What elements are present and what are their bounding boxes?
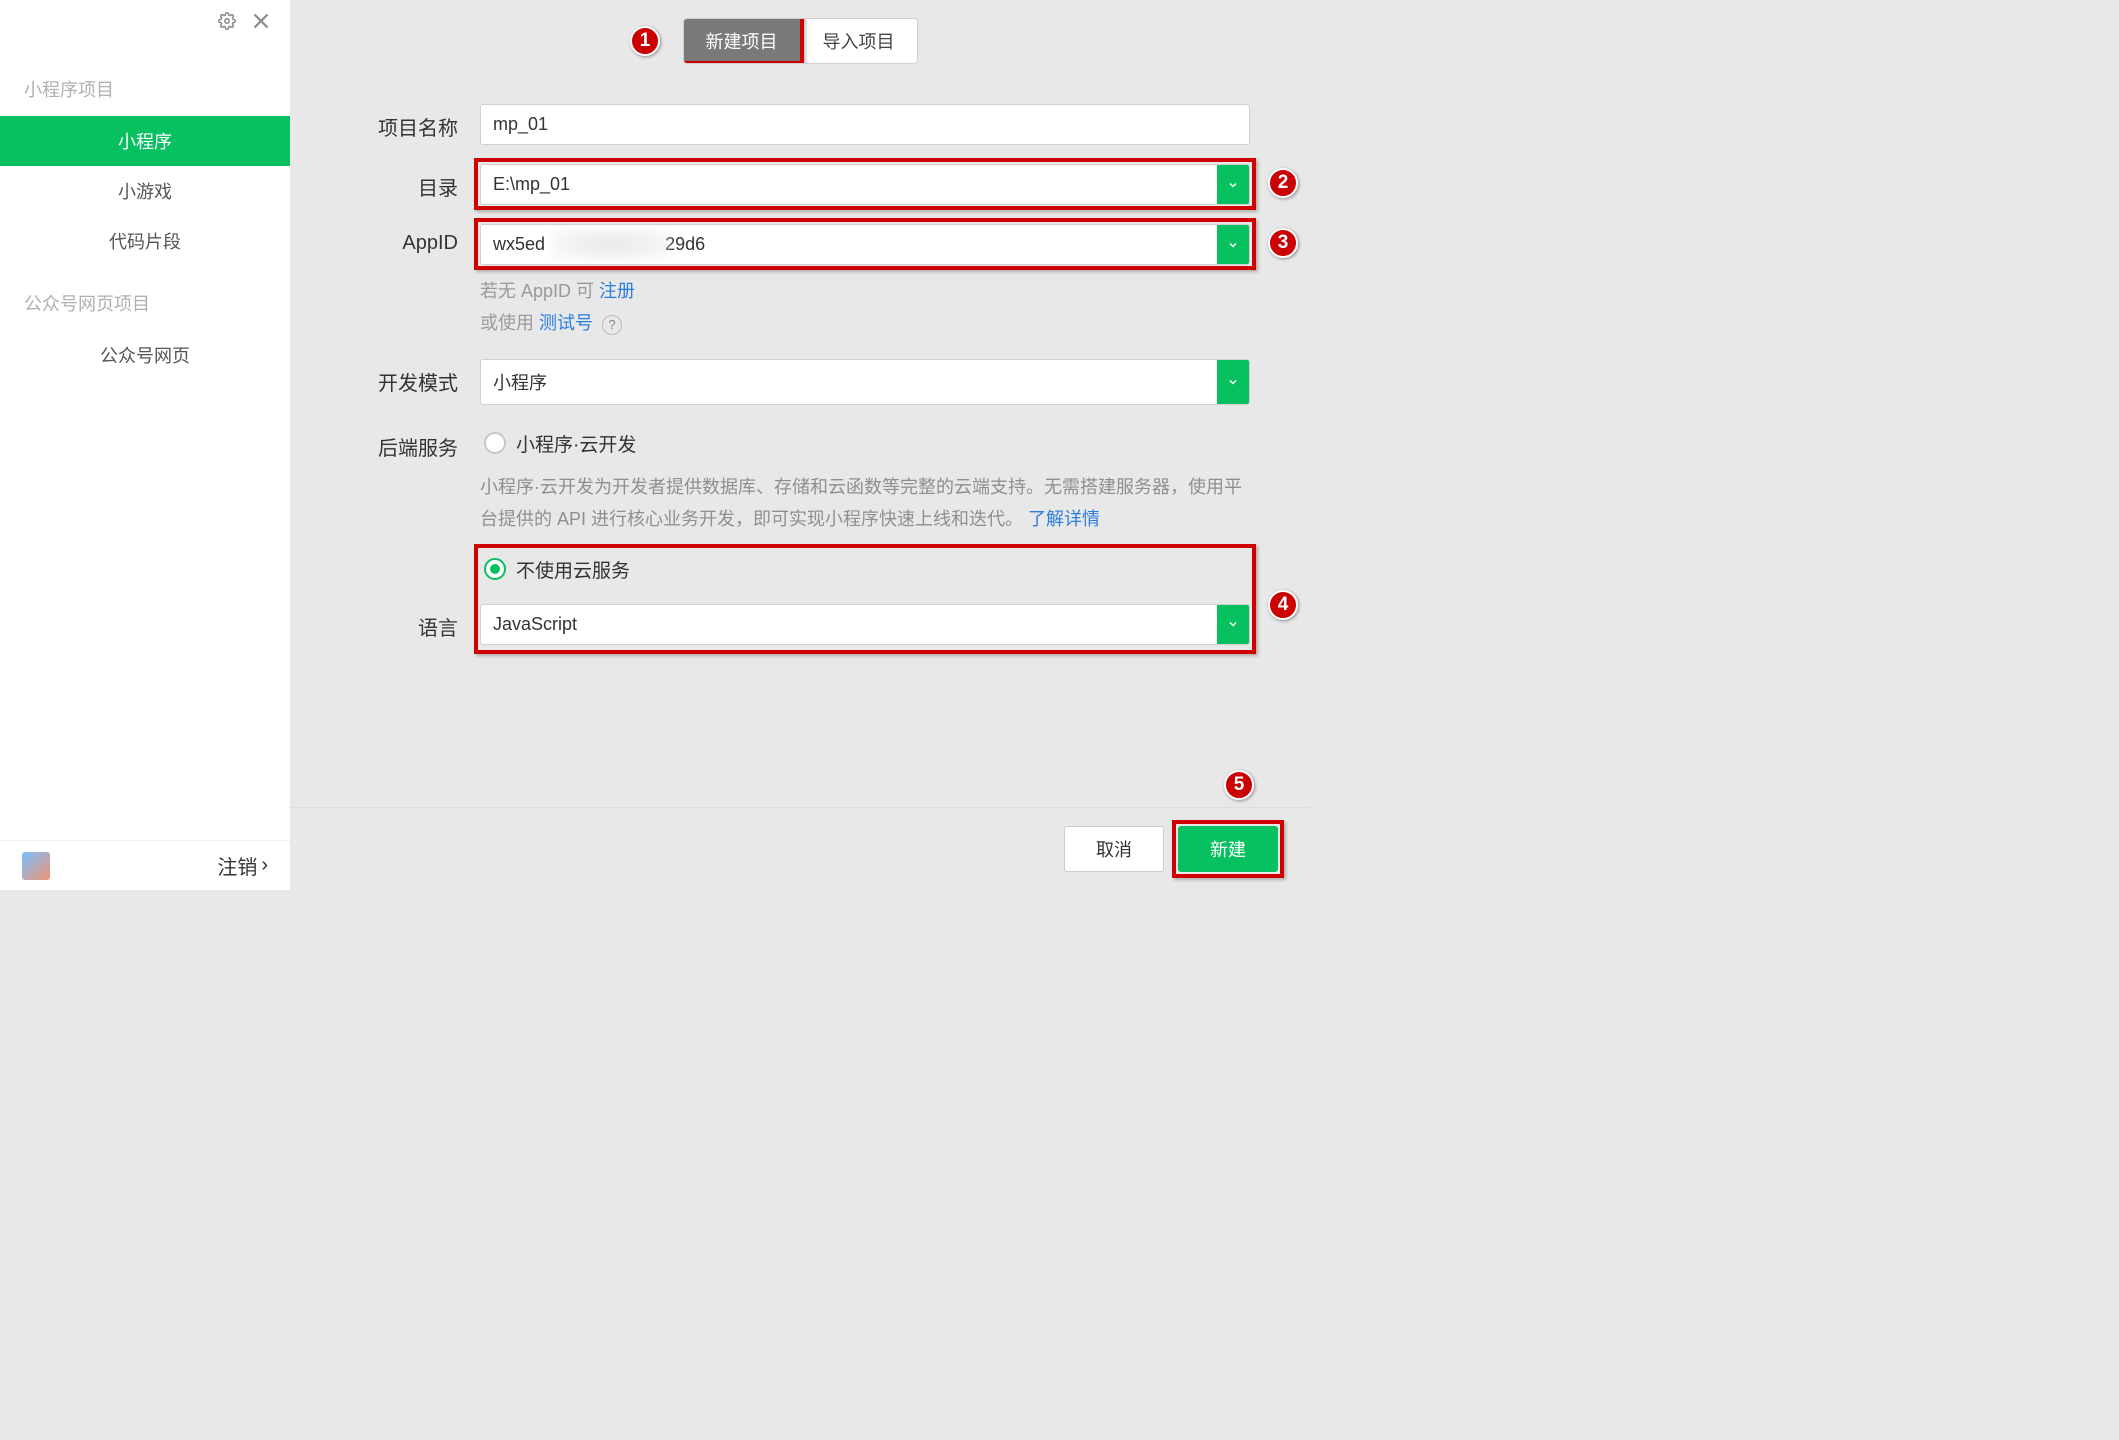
cloud-desc-text: 小程序·云开发为开发者提供数据库、存储和云函数等完整的云端支持。无需搭建服务器，… [480,477,1242,529]
row-backend: 后端服务 小程序·云开发 小程序·云开发为开发者提供数据库、存储和云函数等完整的… [330,424,1250,589]
directory-value: E:\mp_01 [481,165,1217,204]
tab-new-project[interactable]: 新建项目 [684,19,800,63]
avatar[interactable] [22,852,50,880]
sidebar-item-snippet[interactable]: 代码片段 [0,216,290,266]
learn-more-link[interactable]: 了解详情 [1028,509,1100,529]
appid-helper: 若无 AppID 可 注册 或使用 测试号 ? [480,275,1250,340]
dev-mode-value: 小程序 [481,360,1217,404]
label-appid: AppID [330,224,480,255]
sidebar-footer: 注销 › [0,840,290,890]
label-directory: 目录 [330,164,480,201]
chevron-down-icon [1217,605,1249,644]
radio-icon [484,432,506,454]
sidebar-sections: 小程序项目 小程序 小游戏 代码片段 公众号网页项目 公众号网页 [0,62,290,840]
radio-label: 不使用云服务 [516,556,630,583]
annotation-4: 4 [1268,590,1298,620]
tab-group: 新建项目 导入项目 [683,18,918,64]
footer-buttons: 取消 新建 5 [290,807,1310,890]
sidebar-heading-mpweb: 公众号网页项目 [0,276,290,330]
label-language: 语言 [330,604,480,641]
cancel-button[interactable]: 取消 [1064,826,1164,872]
main: 新建项目 导入项目 1 项目名称 目录 E:\mp_01 2 A [290,0,1310,890]
sidebar: 小程序项目 小程序 小游戏 代码片段 公众号网页项目 公众号网页 注销 › [0,0,290,890]
cloud-desc: 小程序·云开发为开发者提供数据库、存储和云函数等完整的云端支持。无需搭建服务器，… [480,471,1250,536]
sidebar-heading-miniprogram: 小程序项目 [0,62,290,116]
language-select[interactable]: JavaScript [480,604,1250,645]
appid-helper-b: 或使用 [480,313,539,333]
test-account-link[interactable]: 测试号 [539,313,593,333]
close-icon[interactable] [248,8,274,34]
radio-no-cloud[interactable]: 不使用云服务 [480,550,1250,589]
radio-cloud-dev[interactable]: 小程序·云开发 [480,424,1250,463]
form-area: 项目名称 目录 E:\mp_01 2 AppID wx5ed [290,64,1310,807]
label-backend: 后端服务 [330,424,480,461]
appid-select[interactable]: wx5ed 29d6 [480,224,1250,265]
chevron-down-icon [1217,360,1249,404]
sidebar-item-miniprogram[interactable]: 小程序 [0,116,290,166]
annotation-1: 1 [630,26,660,56]
radio-icon [484,558,506,580]
radio-label: 小程序·云开发 [516,430,636,457]
appid-suffix: 29d6 [665,234,705,254]
chevron-right-icon: › [261,854,268,877]
label-dev-mode: 开发模式 [330,359,480,396]
appid-prefix: wx5ed [493,234,545,254]
sidebar-item-label: 小程序 [118,128,172,154]
annotation-3: 3 [1268,228,1298,258]
create-button[interactable]: 新建 [1178,826,1278,872]
annotation-2: 2 [1268,168,1298,198]
appid-value: wx5ed 29d6 [481,225,1217,264]
logout-link[interactable]: 注销 › [217,851,268,880]
logout-label: 注销 [217,851,257,880]
row-language: 语言 JavaScript 4 [330,604,1250,645]
chevron-down-icon [1217,225,1249,264]
sidebar-item-label: 小游戏 [118,178,172,204]
row-directory: 目录 E:\mp_01 2 [330,164,1250,205]
row-project-name: 项目名称 [330,104,1250,145]
tab-import-project[interactable]: 导入项目 [800,19,917,63]
chevron-down-icon [1217,165,1249,204]
label-project-name: 项目名称 [330,104,480,141]
help-icon[interactable]: ? [602,315,622,335]
register-link[interactable]: 注册 [599,281,635,301]
tabs-row: 新建项目 导入项目 1 [290,18,1310,64]
row-appid: AppID wx5ed 29d6 3 若无 AppID 可 注册 或使用 测试号 [330,224,1250,340]
project-name-input[interactable] [480,104,1250,145]
gear-icon[interactable] [218,12,236,30]
sidebar-top-icons [0,0,290,34]
appid-helper-a: 若无 AppID 可 [480,281,599,301]
directory-select[interactable]: E:\mp_01 [480,164,1250,205]
sidebar-item-label: 公众号网页 [100,342,190,368]
sidebar-item-minigame[interactable]: 小游戏 [0,166,290,216]
sidebar-item-mpweb[interactable]: 公众号网页 [0,330,290,380]
language-value: JavaScript [481,605,1217,644]
dev-mode-select[interactable]: 小程序 [480,359,1250,405]
row-dev-mode: 开发模式 小程序 [330,359,1250,405]
sidebar-item-label: 代码片段 [109,228,181,254]
